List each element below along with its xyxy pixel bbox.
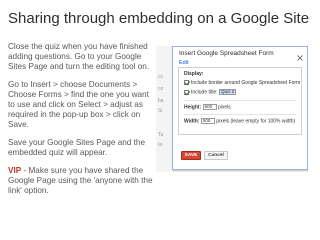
title-input[interactable]: Quiz 2 (219, 89, 237, 95)
insert-form-dialog: Insert Google Spreadsheet Form Edit Disp… (172, 46, 308, 170)
height-unit: pixels (218, 104, 231, 111)
width-row: Width: 500 pixels (leave empty for 100% … (184, 118, 295, 125)
height-input[interactable]: 600 (202, 104, 217, 110)
height-row: Height: 600 pixels (184, 104, 231, 111)
instruction-paragraph-1: Close the quiz when you have finished ad… (8, 42, 150, 71)
background-label: Ta (158, 132, 164, 138)
background-label: ba (158, 98, 164, 104)
title-option-row: Include title: Quiz 2 (184, 89, 237, 96)
display-options-box: Display: Include border around Google Sp… (178, 67, 302, 135)
edit-link[interactable]: Edit (179, 60, 188, 66)
checkbox-checked-icon[interactable] (184, 80, 189, 86)
instruction-paragraph-2: Go to Insert > choose Documents > Choose… (8, 80, 149, 129)
divider (184, 100, 296, 101)
close-icon[interactable] (296, 49, 304, 61)
instruction-paragraph-3: Save your Google Sites Page and the embe… (8, 138, 146, 157)
height-label: Height: (184, 104, 202, 111)
vip-note: VIP - Make sure you have shared the Goog… (8, 166, 154, 196)
slide-title: Sharing through embedding on a Google Si… (8, 10, 310, 27)
dialog-title: Insert Google Spreadsheet Form (179, 50, 274, 57)
border-option-row: Include border around Google Spreadsheet… (184, 80, 300, 87)
display-label: Display: (184, 71, 204, 77)
background-label: cc (158, 74, 163, 80)
background-label: ta (158, 142, 163, 148)
divider (184, 114, 296, 115)
background-label: co (158, 86, 164, 92)
title-option-label: Include title: (191, 89, 218, 96)
checkbox-checked-icon[interactable] (184, 89, 189, 95)
border-option-label: Include border around Google Spreadsheet… (191, 80, 301, 86)
vip-text: - Make sure you have shared the Google P… (8, 166, 153, 195)
width-unit: pixels (leave empty for 100% width) (216, 118, 296, 125)
instructions-text: Close the quiz when you have finished ad… (8, 42, 154, 204)
width-input[interactable]: 500 (200, 118, 215, 124)
background-label: Si (158, 108, 163, 114)
embed-screenshot: cc co ba Si Ta ta Insert Google Spreadsh… (156, 46, 308, 172)
save-button[interactable]: SAVE (181, 151, 201, 160)
cancel-button[interactable]: Cancel (204, 151, 228, 160)
width-label: Width: (184, 118, 200, 125)
vip-label: VIP (8, 166, 22, 175)
